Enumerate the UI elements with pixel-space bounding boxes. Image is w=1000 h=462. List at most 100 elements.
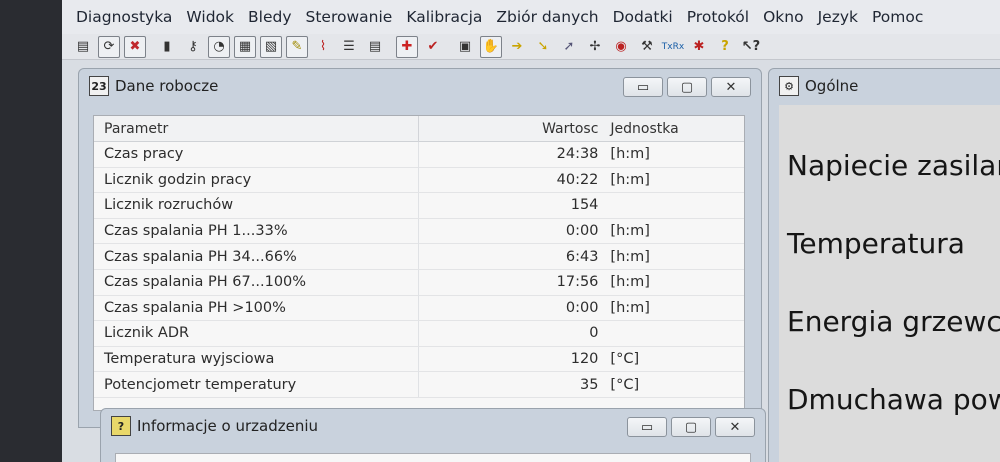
cell-value: 17:56: [556, 274, 599, 291]
cell-value: 0:00: [565, 223, 599, 240]
menu-sterowanie[interactable]: Sterowanie: [306, 8, 393, 26]
hand-icon[interactable]: ✋: [480, 35, 502, 58]
cell-value: 0: [589, 325, 599, 342]
cell-param: Licznik godzin pracy: [94, 167, 419, 193]
window-titlebar[interactable]: ? Informacje o urzadzeniu ▭ ▢ ✕: [101, 409, 765, 443]
menu-protokol[interactable]: Protokól: [687, 8, 749, 26]
refresh-icon[interactable]: ⟳: [98, 35, 120, 58]
column-header-param[interactable]: Parametr: [94, 115, 419, 142]
close-button[interactable]: ✕: [715, 417, 755, 437]
terminal-icon[interactable]: ▣: [454, 36, 476, 58]
table-row[interactable]: Temperatura wyjsciowa 120 [°C]: [94, 346, 744, 373]
window-ogolne: ⚙ Ogólne Napiecie zasilar Temperatura En…: [768, 68, 1000, 462]
menu-dodatki[interactable]: Dodatki: [613, 8, 673, 26]
cell-value: 24:38: [556, 146, 599, 163]
chart-icon[interactable]: ▦: [234, 35, 256, 58]
menu-kalibracja[interactable]: Kalibracja: [406, 8, 482, 26]
graph-icon[interactable]: ⌇: [312, 36, 334, 58]
menu-diagnostyka[interactable]: Diagnostyka: [76, 8, 172, 26]
cell-value: 0:00: [565, 299, 599, 316]
window-titlebar[interactable]: ⚙ Ogólne: [769, 69, 1000, 103]
window-titlebar[interactable]: 23 Dane robocze ▭ ▢ ✕: [79, 69, 761, 103]
table-header: Parametr Wartosc Jednostka: [94, 115, 744, 142]
minimize-button[interactable]: ▭: [627, 417, 667, 437]
arrow-fuel-icon[interactable]: ➚: [558, 36, 580, 58]
table-row[interactable]: Czas pracy 24:38 [h:m]: [94, 141, 744, 168]
table-row[interactable]: Czas spalania PH >100% 0:00 [h:m]: [94, 295, 744, 322]
window-title: Informacje o urzadzeniu: [137, 417, 318, 435]
label-temperatura: Temperatura: [787, 227, 965, 260]
table-row[interactable]: Licznik godzin pracy 40:22 [h:m]: [94, 167, 744, 194]
toolbar: ▤ ⟳ ✖ ▮ ⚷ ◔ ▦ ▧ ✎ ⌇ ☰ ▤ ✚ ✔ ▣ ✋ ➔ ➘ ➚ ✢ …: [62, 34, 1000, 60]
window-dane-robocze: 23 Dane robocze ▭ ▢ ✕ Parametr Wartosc J…: [78, 68, 762, 428]
table-row[interactable]: Potencjometr temperatury 35 [°C]: [94, 372, 744, 398]
fan-icon[interactable]: ✢: [584, 36, 606, 58]
label-dmuchawa: Dmuchawa powi: [787, 383, 1000, 416]
co2-icon[interactable]: ◉: [610, 36, 632, 58]
menu-pomoc[interactable]: Pomoc: [872, 8, 923, 26]
minimize-button[interactable]: ▭: [623, 77, 663, 97]
label-energia: Energia grzewcz: [787, 305, 1000, 338]
cell-value: 154: [570, 197, 599, 214]
cell-value: 35: [579, 376, 599, 393]
cell-value: 6:43: [565, 248, 599, 265]
cell-unit: [h:m]: [610, 248, 650, 265]
cell-param: Czas spalania PH >100%: [94, 295, 419, 321]
data-table: Parametr Wartosc Jednostka Czas pracy 24…: [93, 115, 745, 411]
list-icon[interactable]: ☰: [338, 36, 360, 58]
info-panel: [115, 453, 751, 462]
tx-rx-icon[interactable]: TxRx: [662, 36, 684, 58]
hammer-icon[interactable]: ⚒: [636, 36, 658, 58]
cell-param: Czas spalania PH 1...33%: [94, 218, 419, 244]
check-icon[interactable]: ✔: [422, 36, 444, 58]
general-panel: Napiecie zasilar Temperatura Energia grz…: [779, 105, 1000, 462]
cell-param: Czas pracy: [94, 141, 419, 167]
device-icon[interactable]: ▮: [156, 36, 178, 58]
table-row[interactable]: Licznik ADR 0: [94, 320, 744, 347]
cell-unit: [h:m]: [610, 299, 650, 316]
menu-bledy[interactable]: Bledy: [248, 8, 292, 26]
arrow-icon[interactable]: ➔: [506, 36, 528, 58]
cell-param: Temperatura wyjsciowa: [94, 346, 419, 372]
cell-param: Czas spalania PH 67...100%: [94, 269, 419, 295]
gauge-icon[interactable]: ◔: [208, 35, 230, 58]
table-icon[interactable]: ▧: [260, 35, 282, 58]
cell-value: 120: [570, 351, 599, 368]
menu-okno[interactable]: Okno: [763, 8, 803, 26]
add-icon[interactable]: ✚: [396, 35, 418, 58]
column-header-unit[interactable]: Jednostka: [604, 116, 744, 142]
doc-icon[interactable]: ▤: [364, 36, 386, 58]
cell-unit: [h:m]: [610, 274, 650, 291]
cell-unit: [h:m]: [610, 223, 650, 240]
table-row[interactable]: Czas spalania PH 67...100% 17:56 [h:m]: [94, 269, 744, 296]
settings-icon: ⚙: [779, 76, 799, 96]
arrow-down-icon[interactable]: ➘: [532, 36, 554, 58]
menu-zbior-danych[interactable]: Zbiór danych: [496, 8, 598, 26]
help-icon[interactable]: ?: [714, 36, 736, 58]
maximize-button[interactable]: ▢: [667, 77, 707, 97]
cell-param: Czas spalania PH 34...66%: [94, 244, 419, 270]
close-button[interactable]: ✕: [711, 77, 751, 97]
table-row[interactable]: Czas spalania PH 1...33% 0:00 [h:m]: [94, 218, 744, 245]
cell-unit: [h:m]: [610, 146, 650, 163]
column-header-value[interactable]: Wartosc: [419, 116, 604, 142]
calendar-icon: 23: [89, 76, 109, 96]
cell-unit: [°C]: [610, 351, 640, 368]
note-icon[interactable]: ✎: [286, 35, 308, 58]
key-icon[interactable]: ⚷: [182, 36, 204, 58]
table-row[interactable]: Czas spalania PH 34...66% 6:43 [h:m]: [94, 244, 744, 270]
cell-unit: [°C]: [610, 376, 640, 393]
stop-icon[interactable]: ✖: [124, 35, 146, 58]
menu-jezyk[interactable]: Jezyk: [818, 8, 858, 26]
bug-icon[interactable]: ✱: [688, 36, 710, 58]
table-row[interactable]: Licznik rozruchów 154: [94, 192, 744, 219]
whats-this-icon[interactable]: ↖?: [740, 36, 762, 58]
window-title: Dane robocze: [115, 77, 219, 95]
print-icon[interactable]: ▤: [72, 36, 94, 58]
cell-unit: [604, 193, 744, 218]
maximize-button[interactable]: ▢: [671, 417, 711, 437]
cell-param: Licznik ADR: [94, 320, 419, 346]
cell-param: Licznik rozruchów: [94, 192, 419, 218]
menu-widok[interactable]: Widok: [186, 8, 234, 26]
cell-value: 40:22: [556, 171, 599, 188]
